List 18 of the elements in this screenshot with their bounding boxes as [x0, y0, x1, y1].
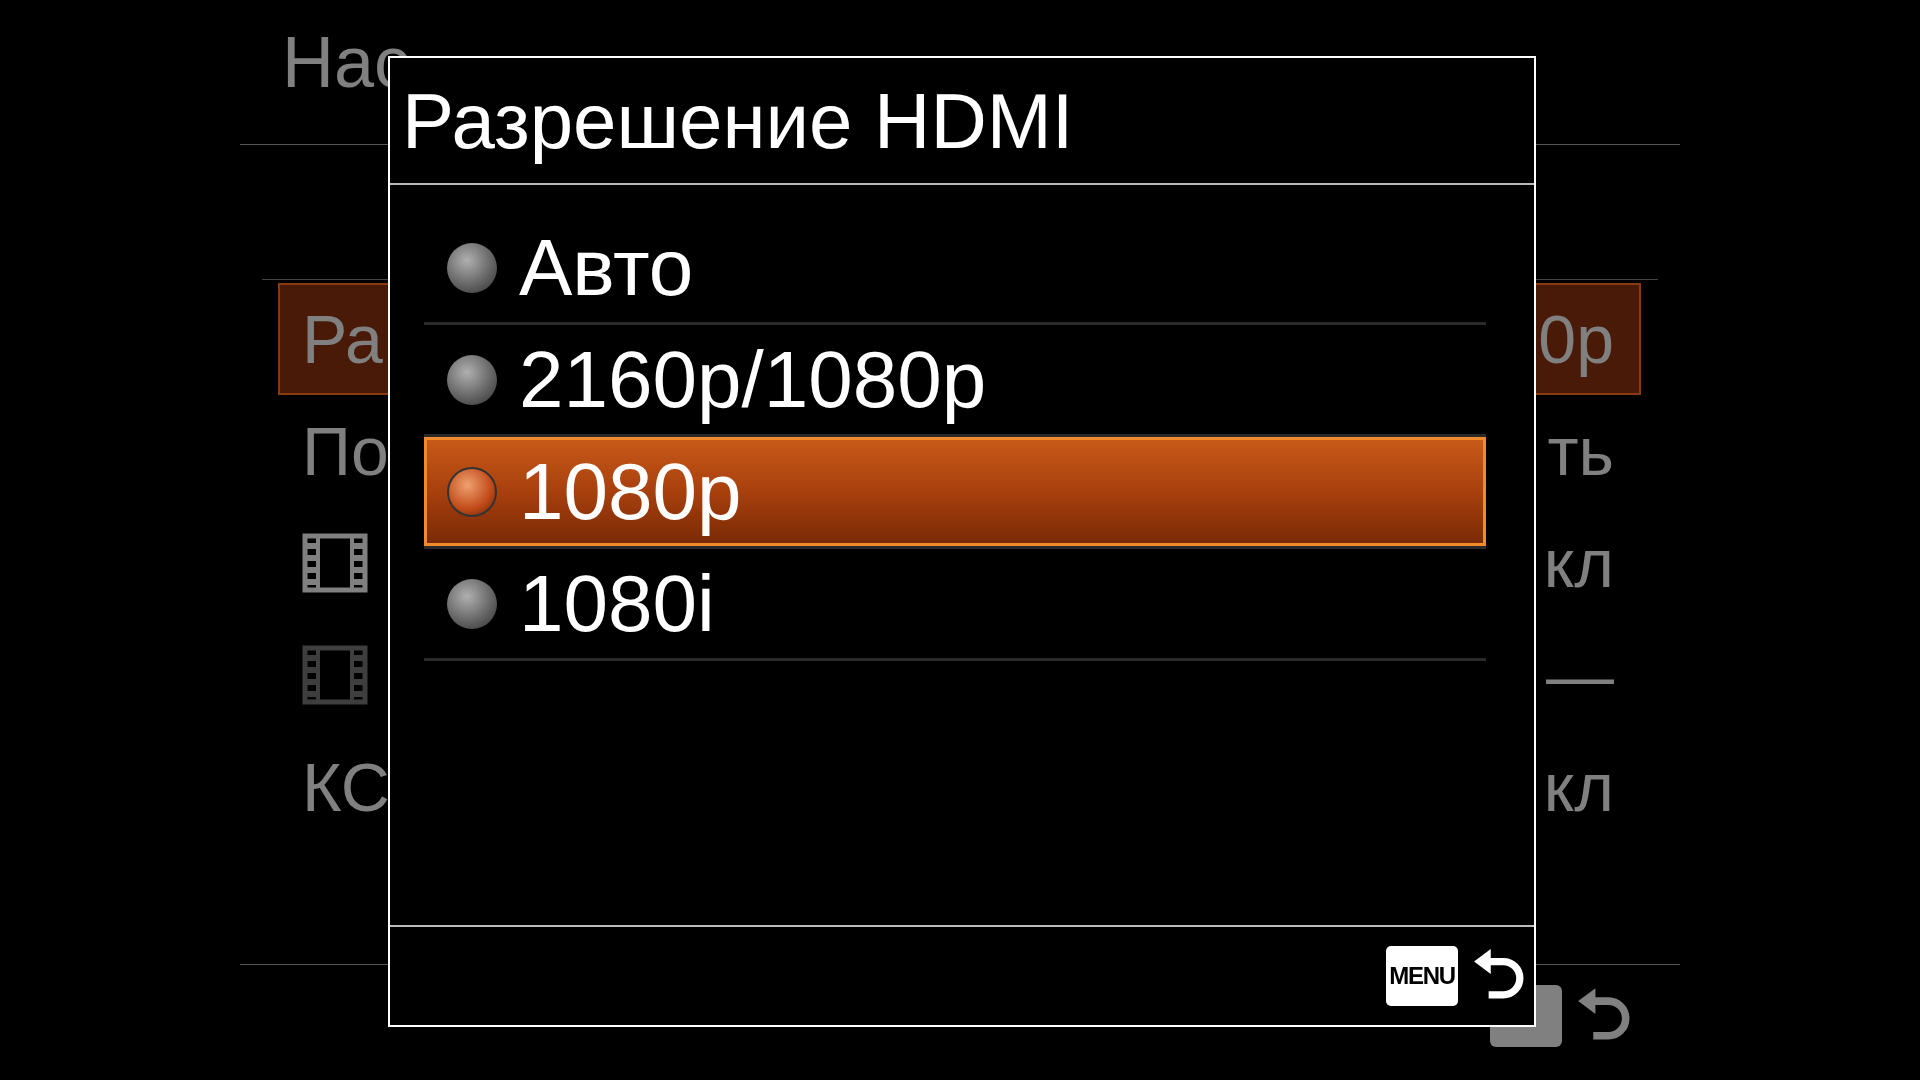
option-label: Авто — [519, 227, 694, 308]
menu-item-label: КС — [302, 753, 390, 821]
radio-button[interactable] — [447, 242, 497, 293]
menu-key[interactable]: MENU — [1386, 946, 1458, 1006]
menu-item-value: кл — [1543, 753, 1615, 821]
radio-option[interactable]: 1080i — [424, 549, 1486, 658]
radio-option[interactable]: 1080p — [424, 437, 1486, 546]
radio-option[interactable]: Авто — [424, 213, 1486, 322]
menu-item-value: ть — [1547, 417, 1615, 485]
option-label: 1080i — [519, 563, 715, 644]
menu-item-value: — — [1546, 641, 1615, 709]
menu-item-label: По — [302, 417, 389, 485]
radio-button[interactable] — [447, 354, 497, 405]
menu-item-label: Ра — [302, 305, 383, 373]
menu-item-value: кл — [1543, 529, 1615, 597]
radio-button[interactable] — [447, 466, 497, 517]
radio-button[interactable] — [447, 578, 497, 629]
radio-option[interactable]: 2160p/1080p — [424, 325, 1486, 434]
